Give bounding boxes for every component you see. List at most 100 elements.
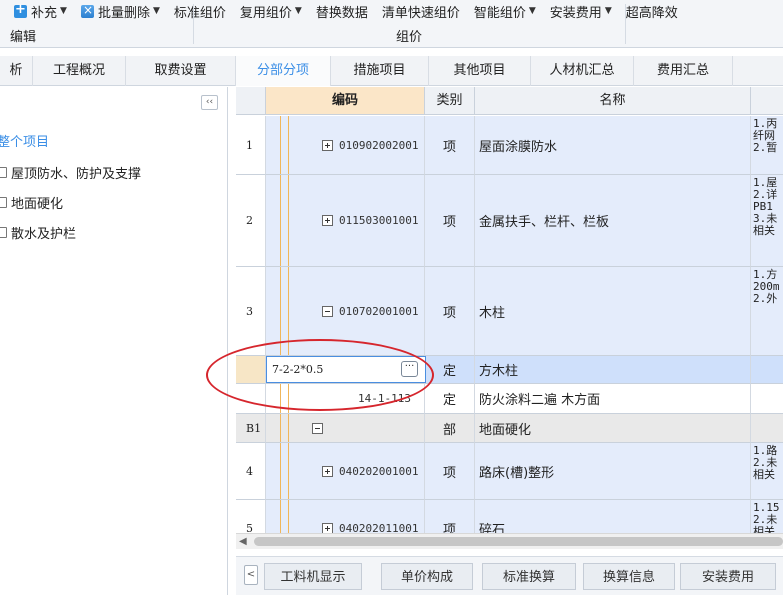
expand-icon[interactable] — [322, 139, 333, 151]
expand-icon[interactable] — [322, 465, 333, 477]
scrollbar-thumb[interactable] — [254, 537, 783, 546]
expand-icon[interactable] — [322, 215, 333, 226]
chevron-down-icon: ▼ — [152, 6, 160, 16]
tree-guide-line — [280, 414, 281, 442]
scroll-left-icon[interactable]: ◀ — [239, 536, 247, 547]
type-cell[interactable]: 定 — [425, 384, 475, 414]
tab-analysis[interactable]: 析 — [0, 56, 33, 86]
tree-node-roof[interactable]: 屋顶防水、防护及支撑 — [0, 163, 141, 182]
description-cell[interactable] — [751, 384, 783, 414]
tab-labor-material-summary[interactable]: 人材机汇总 — [531, 56, 634, 86]
description-cell[interactable]: 1.屋 2.详 PB1 3.未 相关 — [751, 175, 783, 267]
code-cell[interactable]: 010902002001 — [266, 116, 425, 175]
tab-other-items[interactable]: 其他项目 — [429, 56, 531, 86]
description-cell[interactable]: 1.丙 纤网 2.暂 — [751, 116, 783, 175]
tree-guide-line — [280, 443, 281, 499]
chevron-down-icon: ▼ — [604, 6, 612, 16]
group-divider — [625, 4, 626, 44]
more-options-button[interactable]: ··· — [401, 361, 418, 377]
row-number[interactable]: B1 — [236, 414, 266, 443]
tab-conversion-info[interactable]: 换算信息 — [583, 563, 675, 590]
high-rise-reduction-button[interactable]: 超高降效 — [626, 2, 678, 21]
tab-items[interactable]: 分部分项 — [236, 56, 331, 86]
code-cell[interactable]: 040202011001 — [266, 500, 425, 533]
row-number[interactable]: 5 — [236, 500, 266, 533]
row-number[interactable] — [236, 384, 266, 414]
replace-data-button[interactable]: 替换数据 — [316, 2, 368, 21]
horizontal-scrollbar[interactable]: ◀ — [236, 533, 783, 549]
tree-guide-line — [288, 384, 289, 413]
tab-cost-summary[interactable]: 费用汇总 — [634, 56, 733, 86]
header-type[interactable]: 类别 — [425, 87, 475, 115]
expand-icon[interactable] — [322, 522, 333, 533]
row-number[interactable]: 2 — [236, 175, 266, 267]
standard-pricing-button[interactable]: 标准组价 — [174, 2, 226, 21]
description-cell[interactable]: 1.15 2.未 相关 — [751, 500, 783, 533]
code-cell[interactable] — [266, 414, 425, 443]
header-description[interactable] — [751, 87, 783, 115]
tab-install-fee[interactable]: 安装费用 — [680, 563, 776, 590]
type-cell[interactable]: 项 — [425, 443, 475, 500]
type-cell[interactable]: 项 — [425, 267, 475, 356]
name-cell[interactable]: 木柱 — [475, 267, 751, 356]
name-cell[interactable]: 金属扶手、栏杆、栏板 — [475, 175, 751, 267]
tree-guide-line — [280, 500, 281, 533]
tree-node-ground[interactable]: 地面硬化 — [0, 193, 63, 212]
install-fee-button[interactable]: 安装费用 ▼ — [550, 2, 612, 21]
type-cell[interactable]: 项 — [425, 116, 475, 175]
tab-measures[interactable]: 措施项目 — [331, 56, 429, 86]
supplement-button[interactable]: 补充▼ — [14, 2, 67, 21]
reuse-pricing-label: 复用组价 — [239, 5, 292, 21]
smart-pricing-button[interactable]: 智能组价 ▼ — [474, 2, 536, 21]
description-cell[interactable]: 1.方 200m 2.外 — [751, 267, 783, 356]
row-number[interactable] — [236, 356, 266, 384]
replace-data-label: 替换数据 — [315, 5, 368, 21]
tab-standard-conversion[interactable]: 标准换算 — [482, 563, 576, 590]
bottom-tabbar: < 工料机显示 单价构成 标准换算 换算信息 安装费用 — [236, 556, 783, 595]
name-cell[interactable]: 地面硬化 — [475, 414, 751, 443]
description-cell[interactable] — [751, 414, 783, 443]
code-text: 14-1-113 — [358, 392, 411, 405]
code-cell[interactable]: 010702001001 — [266, 267, 425, 356]
type-cell[interactable]: 项 — [425, 500, 475, 533]
ribbon-toolbar: 补充▼ 批量删除▼ 标准组价 复用组价▼ 替换数据 清单快速组价 智能组价▼ 安… — [0, 0, 783, 48]
tree-node-drainage[interactable]: 散水及护栏 — [0, 223, 76, 242]
header-name[interactable]: 名称 — [475, 87, 751, 115]
description-line: 相关 — [753, 468, 775, 481]
tab-project-overview[interactable]: 工程概况 — [33, 56, 126, 86]
batch-delete-button[interactable]: 批量删除▼ — [80, 2, 160, 21]
install-fee-label: 安装费用 — [549, 5, 602, 21]
code-cell[interactable]: 14-1-113 — [266, 384, 425, 414]
collapse-icon[interactable] — [312, 422, 323, 434]
batch-delete-label: 批量删除 — [97, 5, 150, 21]
quick-pricing-button[interactable]: 清单快速组价 — [382, 2, 460, 21]
name-cell[interactable]: 碎石 — [475, 500, 751, 533]
name-cell[interactable]: 防火涂料二遍 木方面 — [475, 384, 751, 414]
reuse-pricing-button[interactable]: 复用组价 ▼ — [240, 2, 302, 21]
bottom-tabs-prev-button[interactable]: < — [244, 565, 258, 585]
description-cell[interactable] — [751, 356, 783, 384]
type-cell[interactable]: 项 — [425, 175, 475, 267]
name-cell[interactable]: 屋面涂膜防水 — [475, 116, 751, 175]
header-code[interactable]: 编码 — [266, 87, 425, 115]
tree-guide-line — [288, 116, 289, 174]
tab-unit-price-composition[interactable]: 单价构成 — [381, 563, 473, 590]
tab-fee-settings[interactable]: 取费设置 — [126, 56, 236, 86]
row-number[interactable]: 3 — [236, 267, 266, 356]
type-cell[interactable]: 定 — [425, 356, 475, 384]
collapse-panel-button[interactable]: ‹‹ — [201, 95, 218, 110]
tab-labor-material-display[interactable]: 工料机显示 — [264, 563, 362, 590]
name-cell[interactable]: 方木柱 — [475, 356, 751, 384]
description-cell[interactable]: 1.路 2.未 相关 — [751, 443, 783, 500]
code-cell[interactable]: 011503001001 — [266, 175, 425, 267]
group-label-edit: 编辑 — [10, 30, 37, 45]
row-number[interactable]: 4 — [236, 443, 266, 500]
row-number[interactable]: 1 — [236, 116, 266, 175]
smart-pricing-label: 智能组价 — [473, 5, 526, 21]
code-cell[interactable]: 040202001001 — [266, 443, 425, 500]
type-cell[interactable]: 部 — [425, 414, 475, 443]
collapse-icon[interactable] — [322, 305, 333, 317]
folder-icon — [0, 197, 7, 208]
tree-root-item[interactable]: 整个项目 — [0, 131, 49, 150]
name-cell[interactable]: 路床(槽)整形 — [475, 443, 751, 500]
